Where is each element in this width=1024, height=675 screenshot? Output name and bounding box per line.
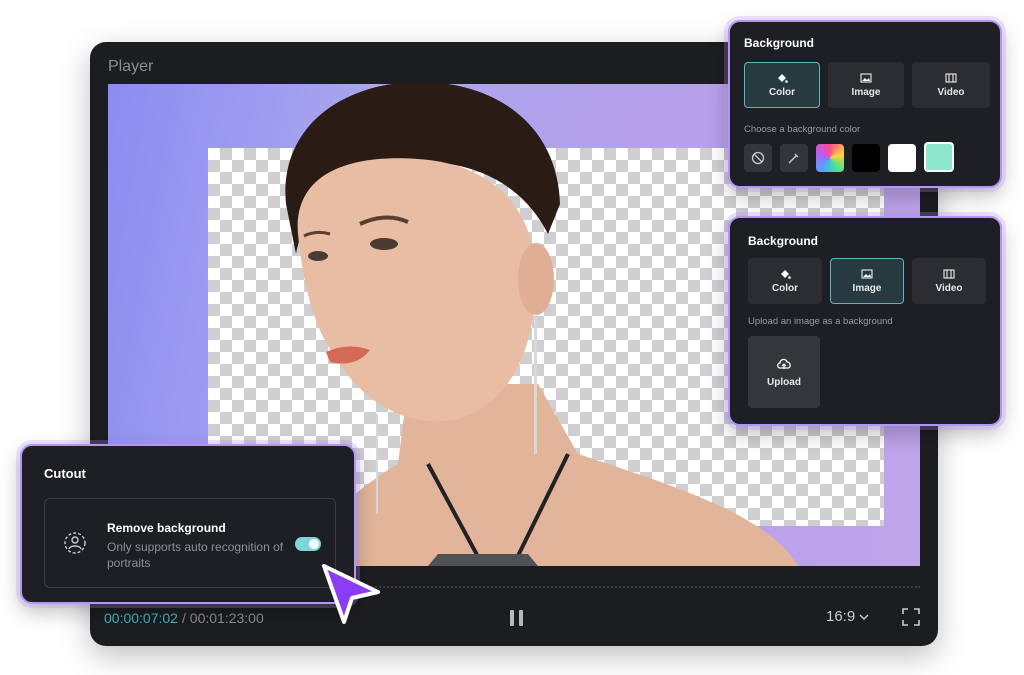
image-hint: Upload an image as a background (748, 316, 893, 327)
pause-icon (509, 610, 514, 626)
tab-video[interactable]: Video (912, 258, 986, 304)
eyedropper-swatch[interactable] (780, 144, 808, 172)
film-icon (943, 269, 955, 279)
remove-background-toggle[interactable] (295, 537, 321, 551)
option-label: Remove background (107, 521, 226, 535)
tab-label: Video (935, 283, 963, 294)
image-icon (861, 269, 873, 279)
tab-label: Image (851, 87, 881, 98)
color-hint: Choose a background color (744, 124, 861, 135)
cutout-panel: Cutout Remove background Only supports a… (20, 444, 356, 604)
no-color-icon (751, 151, 765, 165)
panel-title: Background (744, 36, 815, 50)
panel-title: Background (748, 234, 819, 248)
total-time: / 00:01:23:00 (182, 610, 264, 626)
cursor-arrow-icon (322, 564, 380, 624)
paint-bucket-icon (781, 270, 791, 279)
pause-button[interactable] (506, 608, 526, 628)
option-description: Only supports auto recognition of portra… (107, 540, 284, 570)
mint-swatch[interactable] (924, 142, 954, 172)
tab-label: Color (768, 87, 796, 98)
chevron-down-icon (859, 614, 869, 620)
player-title: Player (108, 58, 154, 75)
background-color-panel: Background Color Image Video Choose a ba… (728, 20, 1002, 188)
upload-button[interactable]: Upload (748, 336, 820, 408)
image-icon (860, 73, 872, 83)
remove-background-option: Remove background Only supports auto rec… (44, 498, 336, 588)
tab-label: Image (852, 283, 882, 294)
paint-bucket-icon (778, 74, 788, 83)
panel-title: Cutout (44, 466, 86, 481)
tab-label: Video (937, 87, 965, 98)
eyedropper-icon (788, 153, 799, 164)
upload-label: Upload (767, 376, 801, 388)
tab-label: Color (771, 283, 799, 294)
background-image-panel: Background Color Image Video Upload an i… (728, 216, 1002, 426)
tab-color[interactable]: Color (744, 62, 820, 108)
film-icon (945, 73, 957, 83)
aspect-ratio-select[interactable]: 16:9 (826, 608, 869, 625)
white-swatch[interactable] (888, 144, 916, 172)
tab-image[interactable]: Image (830, 258, 904, 304)
current-time: 00:00:07:02 (104, 610, 178, 626)
fullscreen-icon[interactable] (902, 608, 920, 626)
tab-image[interactable]: Image (828, 62, 904, 108)
black-swatch[interactable] (852, 144, 880, 172)
gradient-swatch[interactable] (816, 144, 844, 172)
no-color-swatch[interactable] (744, 144, 772, 172)
tab-color[interactable]: Color (748, 258, 822, 304)
aspect-ratio-value: 16:9 (826, 608, 856, 625)
portrait-cutout-icon (64, 532, 86, 554)
cloud-upload-icon (777, 358, 791, 369)
tab-video[interactable]: Video (912, 62, 990, 108)
